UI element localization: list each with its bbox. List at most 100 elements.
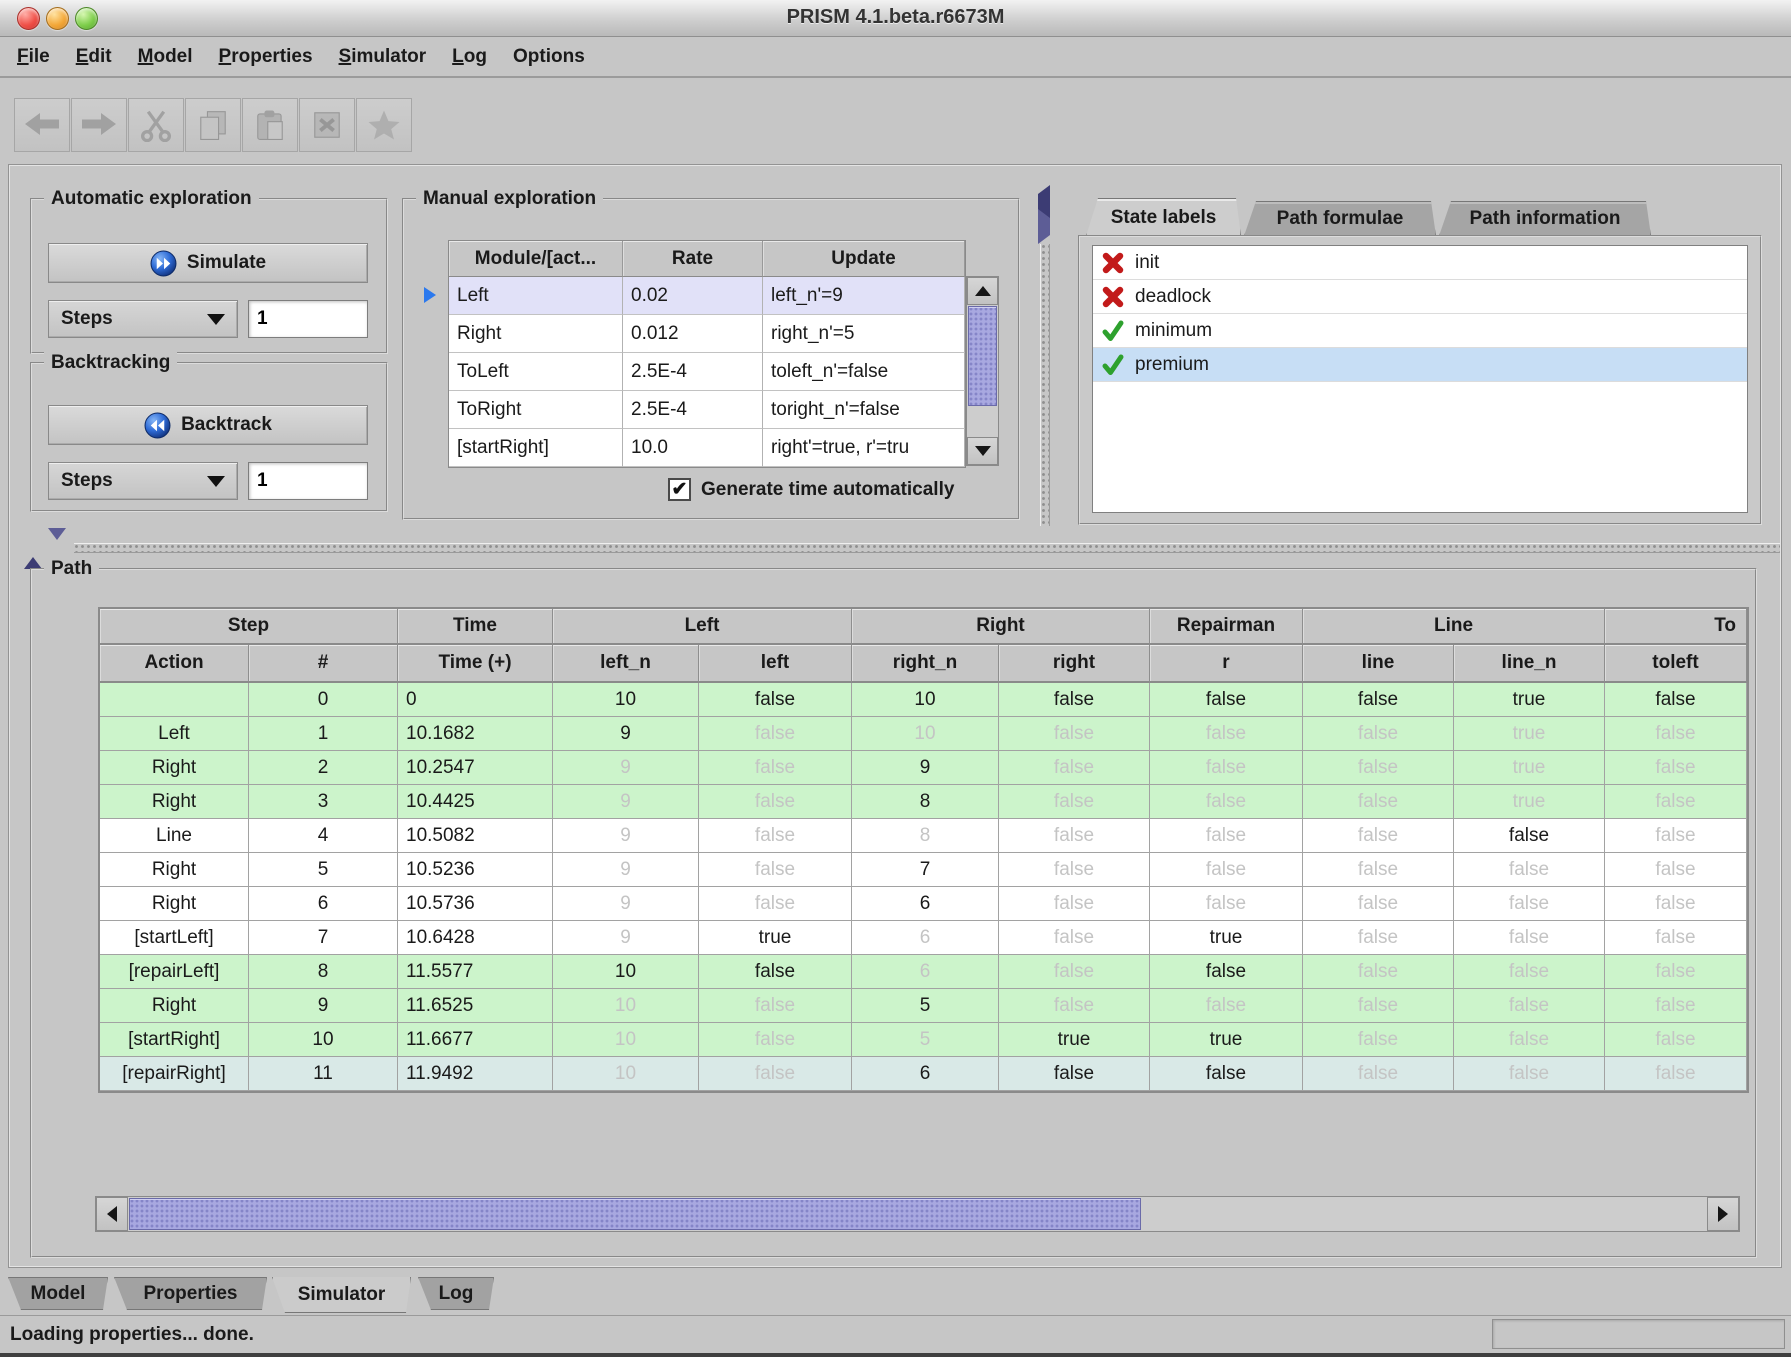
scrollbar-thumb[interactable] — [129, 1198, 1141, 1230]
menu-properties[interactable]: Properties — [206, 46, 326, 68]
zoom-window-button[interactable] — [75, 7, 98, 30]
vertical-splitter-expand-right[interactable] — [1038, 218, 1050, 236]
manual-transition-row[interactable]: [startRight]10.0right'=true, r'=tru — [449, 429, 965, 467]
arrow-up-icon — [24, 540, 42, 569]
manual-transition-row[interactable]: ToLeft2.5E-4toleft_n'=false — [449, 353, 965, 391]
arrow-up-icon — [975, 286, 991, 296]
path-column-header-line[interactable]: line — [1303, 645, 1454, 683]
tab-state-labels[interactable]: State labels — [1086, 198, 1241, 236]
auto-steps-combo[interactable]: Steps — [48, 300, 238, 338]
tab-properties[interactable]: Properties — [114, 1277, 267, 1310]
horizontal-splitter[interactable] — [74, 543, 1780, 553]
scroll-right-button[interactable] — [1707, 1197, 1739, 1231]
state-label-item[interactable]: init — [1093, 246, 1747, 280]
menu-simulator[interactable]: Simulator — [326, 46, 440, 68]
scrollbar-thumb[interactable] — [968, 306, 997, 406]
path-column-header-toleft[interactable]: toleft — [1605, 645, 1747, 683]
menu-model[interactable]: Model — [125, 46, 206, 68]
path-column-header-r[interactable]: r — [1150, 645, 1303, 683]
manual-transition-row[interactable]: Left0.02left_n'=9 — [449, 277, 965, 315]
tab-log[interactable]: Log — [418, 1277, 494, 1310]
path-step-row[interactable]: [startRight]1011.667710false5truetruefal… — [100, 1023, 1747, 1057]
manual-column-header[interactable]: Update — [763, 241, 965, 277]
scroll-left-button[interactable] — [96, 1197, 128, 1231]
path-column-header-num[interactable]: # — [249, 645, 398, 683]
path-step-row[interactable]: [repairRight]1111.949210false6falsefalse… — [100, 1057, 1747, 1091]
path-step-row[interactable]: Right911.652510false5falsefalsefalsefals… — [100, 989, 1747, 1023]
action-cell: Right — [100, 853, 249, 887]
path-column-header-line-n[interactable]: line_n — [1454, 645, 1605, 683]
manual-column-header[interactable]: Rate — [623, 241, 763, 277]
tab-simulator[interactable]: Simulator — [272, 1277, 411, 1313]
fast-forward-icon — [150, 250, 177, 277]
value-cell-right: false — [999, 683, 1150, 717]
state-label-item[interactable]: minimum — [1093, 314, 1747, 348]
value-cell-line-n: false — [1454, 989, 1605, 1023]
path-step-row[interactable]: [startLeft]710.64289true6falsetruefalsef… — [100, 921, 1747, 955]
state-label-text: deadlock — [1135, 286, 1211, 308]
toolbar-button-delete[interactable] — [299, 98, 355, 152]
vertical-splitter[interactable] — [1040, 244, 1050, 526]
value-cell-left: false — [699, 785, 852, 819]
generate-time-label: Generate time automatically — [701, 479, 954, 501]
path-column-header-left[interactable]: left — [699, 645, 852, 683]
path-step-row[interactable]: Right310.44259false8falsefalsefalsetruef… — [100, 785, 1747, 819]
path-step-row[interactable]: Line410.50829false8falsefalsefalsefalsef… — [100, 819, 1747, 853]
manual-transition-row[interactable]: Right0.012right_n'=5 — [449, 315, 965, 353]
scroll-up-button[interactable] — [967, 277, 998, 305]
path-group-header-repairman: Repairman — [1150, 609, 1303, 645]
manual-column-header[interactable]: Module/[act... — [449, 241, 623, 277]
time-cell: 10.5082 — [398, 819, 553, 853]
path-step-row[interactable]: [repairLeft]811.557710false6falsefalsefa… — [100, 955, 1747, 989]
path-step-row[interactable]: Right510.52369false7falsefalsefalsefalse… — [100, 853, 1747, 887]
toolbar-button-copy[interactable] — [185, 98, 241, 152]
close-window-button[interactable] — [17, 7, 40, 30]
toolbar-button-cut[interactable] — [128, 98, 184, 152]
manual-table-scrollbar[interactable] — [966, 276, 999, 466]
scroll-down-button[interactable] — [967, 437, 998, 465]
toolbar-button-star[interactable] — [356, 98, 412, 152]
path-column-header-right[interactable]: right — [999, 645, 1150, 683]
state-label-item[interactable]: deadlock — [1093, 280, 1747, 314]
value-cell-r: true — [1150, 921, 1303, 955]
path-step-row[interactable]: Right210.25479false9falsefalsefalsetruef… — [100, 751, 1747, 785]
step-number-cell: 3 — [249, 785, 398, 819]
toolbar-button-redo[interactable] — [71, 98, 127, 152]
backtrack-button[interactable]: Backtrack — [48, 405, 368, 445]
generate-time-checkbox[interactable]: ✔ — [668, 478, 691, 501]
path-column-header-time[interactable]: Time (+) — [398, 645, 553, 683]
menu-edit[interactable]: Edit — [63, 46, 125, 68]
menu-file[interactable]: File — [4, 46, 63, 68]
menu-options[interactable]: Options — [500, 46, 598, 68]
path-step-row[interactable]: 0010false10falsefalsefalsetruefalse — [100, 683, 1747, 717]
horizontal-splitter-collapse-up[interactable] — [24, 540, 42, 558]
tab-model[interactable]: Model — [8, 1277, 108, 1310]
toolbar-button-paste[interactable] — [242, 98, 298, 152]
menu-log[interactable]: Log — [439, 46, 500, 68]
time-cell: 10.5236 — [398, 853, 553, 887]
toolbar-button-undo[interactable] — [14, 98, 70, 152]
manual-transition-row[interactable]: ToRight2.5E-4toright_n'=false — [449, 391, 965, 429]
value-cell-right-n: 10 — [852, 717, 999, 751]
value-cell-line-n: false — [1454, 955, 1605, 989]
auto-steps-input[interactable] — [248, 300, 368, 338]
path-step-row[interactable]: Right610.57369false6falsefalsefalsefalse… — [100, 887, 1747, 921]
path-column-header-action[interactable]: Action — [100, 645, 249, 683]
backtrack-steps-input[interactable] — [248, 462, 368, 500]
tab-path-information[interactable]: Path information — [1439, 201, 1651, 236]
action-cell: [startRight] — [100, 1023, 249, 1057]
path-step-row[interactable]: Left110.16829false10falsefalsefalsetruef… — [100, 717, 1747, 751]
path-column-header-left-n[interactable]: left_n — [553, 645, 699, 683]
value-cell-right-n: 8 — [852, 785, 999, 819]
step-number-cell: 1 — [249, 717, 398, 751]
tab-path-formulae[interactable]: Path formulae — [1244, 201, 1436, 236]
update-cell: right_n'=5 — [763, 315, 965, 353]
path-table-scrollbar[interactable] — [95, 1196, 1740, 1232]
value-cell-line-n: false — [1454, 887, 1605, 921]
state-label-item[interactable]: premium — [1093, 348, 1747, 382]
backtrack-steps-combo[interactable]: Steps — [48, 462, 238, 500]
path-column-header-right-n[interactable]: right_n — [852, 645, 999, 683]
minimize-window-button[interactable] — [46, 7, 69, 30]
horizontal-splitter-expand-down[interactable] — [48, 540, 66, 558]
simulate-button[interactable]: Simulate — [48, 243, 368, 283]
